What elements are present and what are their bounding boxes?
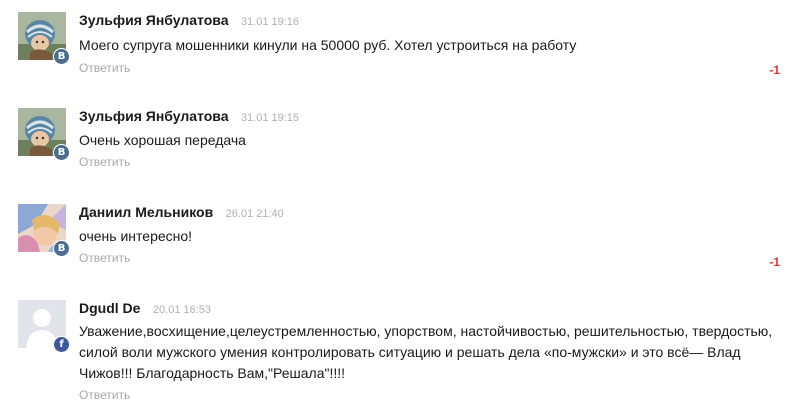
comment-text: Уважение,восхищение,целеустремленностью,… bbox=[79, 321, 772, 384]
comment-date: 31.01 19:16 bbox=[240, 16, 300, 28]
rating-score: -1 bbox=[769, 255, 780, 269]
author-name[interactable]: Dgudl De bbox=[79, 300, 140, 316]
vk-network-icon: B bbox=[53, 144, 70, 161]
reply-link[interactable]: Ответить bbox=[79, 388, 130, 402]
comment-text-line: Уважение,восхищение,целеустремленностью,… bbox=[79, 323, 773, 339]
comment-text: очень интересно! bbox=[79, 228, 193, 244]
vk-network-icon: B bbox=[53, 48, 70, 65]
comment-date: 26.01 21:40 bbox=[225, 208, 284, 220]
comment-date: 20.01 16:53 bbox=[152, 304, 212, 316]
vk-network-icon: B bbox=[53, 240, 70, 257]
comment-header: Зульфия Янбулатова 31.01 19:16 bbox=[79, 12, 299, 30]
reply-link[interactable]: Ответить bbox=[79, 61, 130, 75]
avatar[interactable]: B bbox=[18, 204, 70, 257]
comment-text: Моего супруга мошенники кинули на 50000 … bbox=[79, 37, 577, 53]
comment-text-line: Чижов!!! Благодарность Вам,"Решала"!!!! bbox=[79, 365, 346, 381]
comment-text: Очень хорошая передача bbox=[79, 132, 246, 148]
comment-header: Dgudl De 20.01 16:53 bbox=[79, 300, 211, 318]
rating-score: -1 bbox=[769, 63, 780, 77]
avatar[interactable]: f bbox=[18, 300, 70, 353]
comment-text-line: силой воли мужского умения контролироват… bbox=[79, 344, 741, 360]
comment-date: 31.01 19:15 bbox=[240, 112, 300, 124]
comment-header: Даниил Мельников 26.01 21:40 bbox=[79, 204, 284, 222]
reply-link[interactable]: Ответить bbox=[79, 251, 130, 265]
author-name[interactable]: Зульфия Янбулатова bbox=[79, 108, 228, 124]
author-name[interactable]: Даниил Мельников bbox=[79, 204, 213, 220]
avatar[interactable]: B bbox=[18, 12, 70, 65]
reply-link[interactable]: Ответить bbox=[79, 155, 130, 169]
author-name[interactable]: Зульфия Янбулатова bbox=[79, 12, 228, 28]
facebook-network-icon: f bbox=[53, 336, 70, 353]
avatar[interactable]: B bbox=[18, 108, 70, 161]
comment-header: Зульфия Янбулатова 31.01 19:15 bbox=[79, 108, 299, 126]
